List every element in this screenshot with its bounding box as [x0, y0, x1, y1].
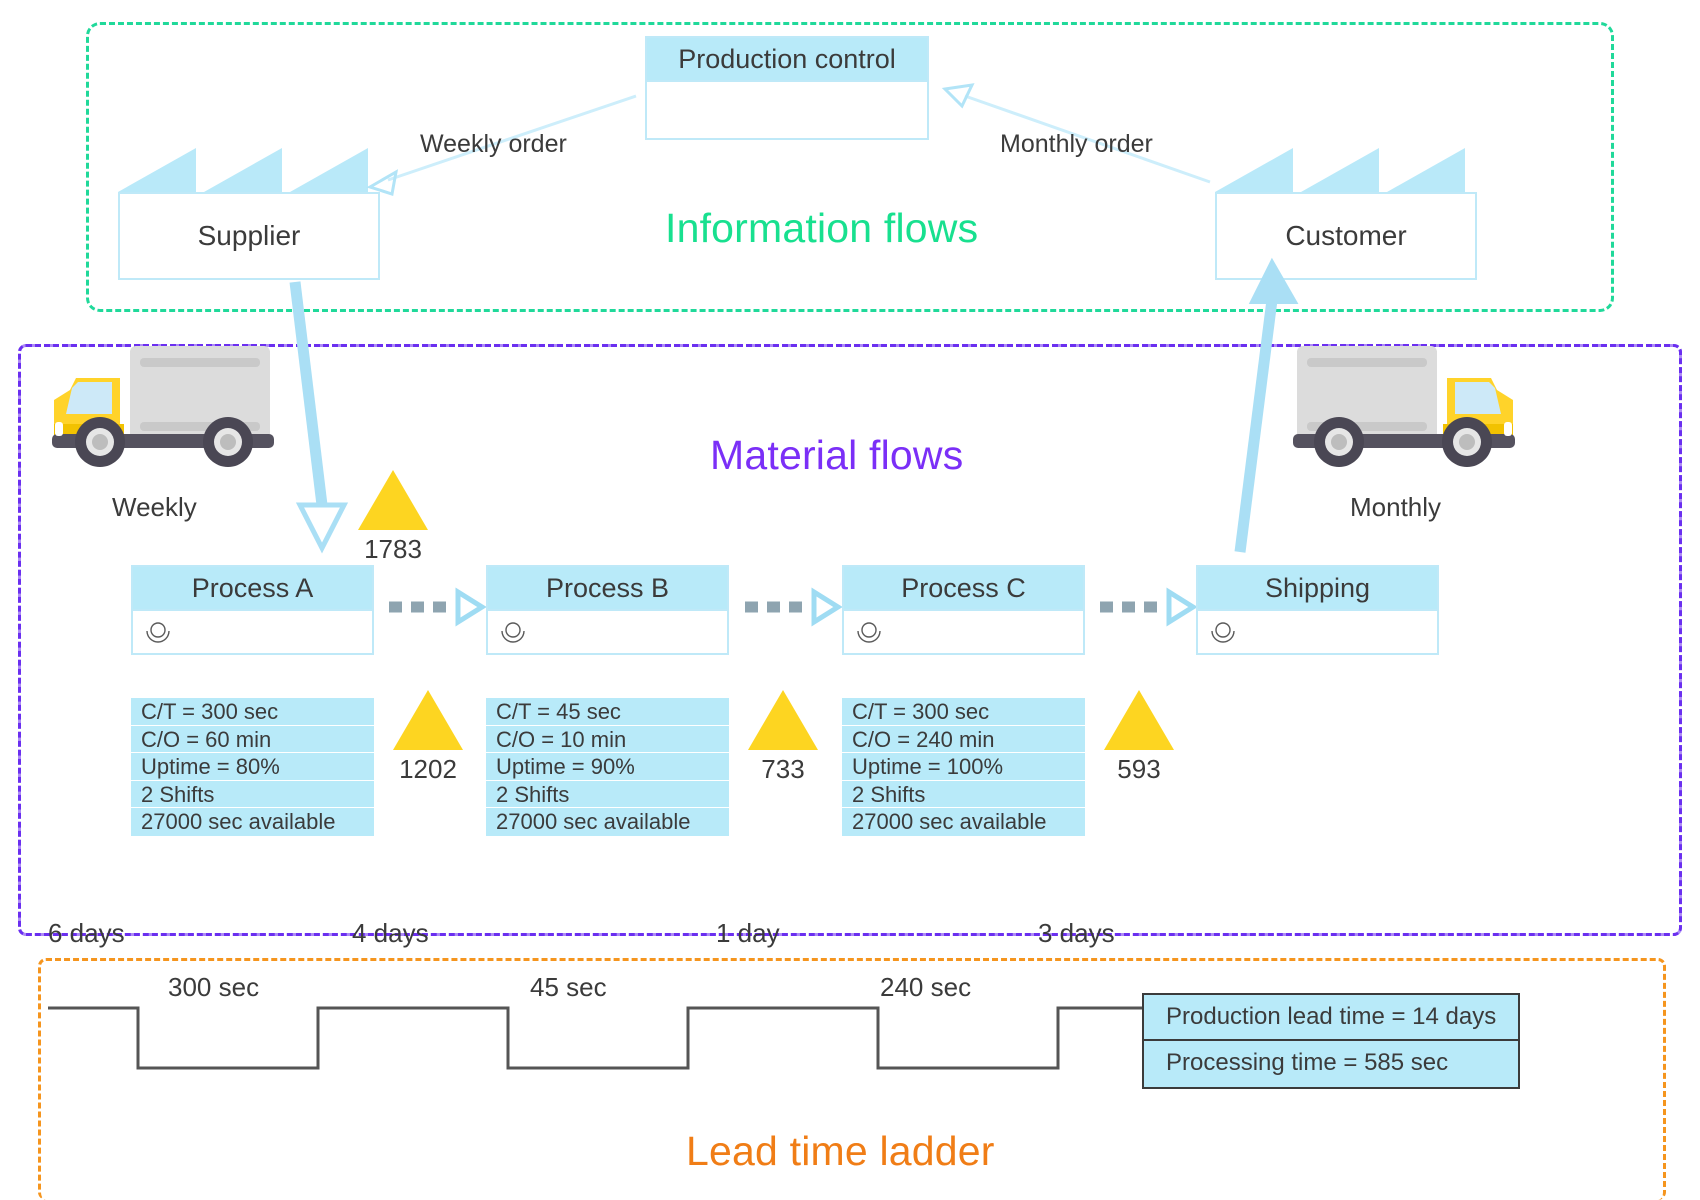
- inventory-value: 1202: [399, 754, 457, 784]
- data-row: Uptime = 80%: [131, 753, 374, 781]
- production-control-title: Production control: [645, 36, 929, 82]
- monthly-order-label: Monthly order: [1000, 130, 1153, 158]
- inventory-triangle-icon: [393, 690, 463, 750]
- inventory-triangle-icon: [358, 470, 428, 530]
- process-box-c[interactable]: Process C: [842, 565, 1085, 655]
- truck-icon: [1293, 346, 1515, 467]
- data-box-b: C/T = 45 sec C/O = 10 min Uptime = 90% 2…: [486, 698, 729, 836]
- factory-roof-icon: [1215, 148, 1477, 192]
- inventory-triangle-3: 593: [1104, 690, 1174, 785]
- material-flows-title: Material flows: [710, 432, 964, 478]
- data-row: C/O = 10 min: [486, 726, 729, 754]
- operator-icon: [501, 622, 525, 643]
- process-box-shipping[interactable]: Shipping: [1196, 565, 1439, 655]
- operator-icon: [146, 622, 170, 643]
- customer-box[interactable]: Customer: [1215, 148, 1477, 280]
- ladder-wait-label-0: 6 days: [48, 918, 125, 948]
- inventory-triangle-0: 1783: [358, 470, 428, 565]
- inventory-value: 1783: [364, 534, 422, 564]
- data-box-c: C/T = 300 sec C/O = 240 min Uptime = 100…: [842, 698, 1085, 836]
- operator-icon: [1211, 622, 1235, 643]
- process-a-title: Process A: [131, 565, 374, 611]
- truck-icon: [52, 346, 274, 467]
- process-c-title: Process C: [842, 565, 1085, 611]
- process-a-operator-area: [131, 611, 374, 655]
- data-row: 27000 sec available: [496, 809, 691, 835]
- data-row: C/T = 300 sec: [842, 698, 1085, 726]
- truck-right-caption: Monthly: [1350, 492, 1442, 522]
- customer-label: Customer: [1215, 192, 1477, 280]
- inventory-triangle-icon: [748, 690, 818, 750]
- supplier-box[interactable]: Supplier: [118, 148, 380, 280]
- data-row: 2 Shifts: [842, 781, 1085, 809]
- shipping-operator-area: [1196, 611, 1439, 655]
- ladder-process-label-2: 240 sec: [880, 972, 972, 1002]
- data-box-a: C/T = 300 sec C/O = 60 min Uptime = 80% …: [131, 698, 374, 836]
- processing-time-row: Processing time = 585 sec: [1142, 1041, 1520, 1089]
- truck-left-caption: Weekly: [112, 492, 197, 522]
- summary-box: Production lead time = 14 days Processin…: [1142, 993, 1520, 1089]
- ladder-process-label-1: 45 sec: [530, 972, 607, 1002]
- ladder-wait-label-1: 4 days: [352, 918, 429, 948]
- data-row: C/T = 300 sec: [131, 698, 374, 726]
- lead-time-ladder-title: Lead time ladder: [686, 1128, 995, 1174]
- process-b-operator-area: [486, 611, 729, 655]
- ladder-wait-label-2: 1 day: [716, 918, 780, 948]
- production-control-box[interactable]: Production control: [645, 36, 929, 140]
- production-lead-time-row: Production lead time = 14 days: [1142, 993, 1520, 1041]
- weekly-order-label: Weekly order: [420, 130, 567, 158]
- production-control-body: [645, 82, 929, 140]
- data-row: Uptime = 100%: [842, 753, 1085, 781]
- data-row: C/O = 240 min: [842, 726, 1085, 754]
- data-row: Uptime = 90%: [486, 753, 729, 781]
- supplier-label: Supplier: [118, 192, 380, 280]
- inventory-value: 593: [1117, 754, 1161, 784]
- data-row: 2 Shifts: [486, 781, 729, 809]
- process-b-title: Process B: [486, 565, 729, 611]
- ladder-process-label-0: 300 sec: [168, 972, 260, 1002]
- inventory-triangle-2: 733: [748, 690, 818, 785]
- ladder-wait-label-3: 3 days: [1038, 918, 1115, 948]
- process-box-a[interactable]: Process A: [131, 565, 374, 655]
- inventory-triangle-1: 1202: [393, 690, 463, 785]
- process-c-operator-area: [842, 611, 1085, 655]
- operator-icon: [857, 622, 881, 643]
- data-row: 2 Shifts: [131, 781, 374, 809]
- factory-roof-icon: [118, 148, 380, 192]
- shipping-title: Shipping: [1196, 565, 1439, 611]
- data-row: 27000 sec available: [852, 809, 1047, 835]
- data-row: 27000 sec available: [141, 809, 336, 835]
- data-row: C/O = 60 min: [131, 726, 374, 754]
- process-box-b[interactable]: Process B: [486, 565, 729, 655]
- inventory-triangle-icon: [1104, 690, 1174, 750]
- inventory-value: 733: [761, 754, 805, 784]
- information-flows-title: Information flows: [665, 205, 979, 251]
- data-row: C/T = 45 sec: [486, 698, 729, 726]
